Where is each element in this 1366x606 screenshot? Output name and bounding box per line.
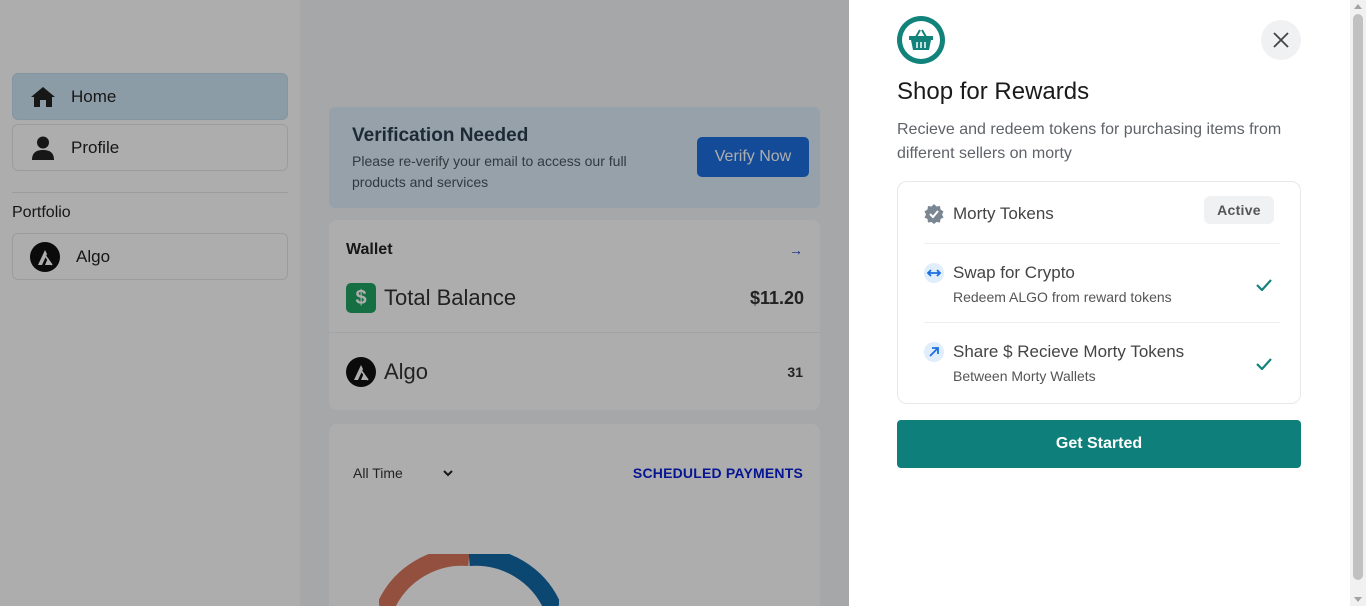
shopping-basket-icon <box>897 16 945 64</box>
check-icon <box>1254 354 1274 374</box>
feature-subtitle: Redeem ALGO from reward tokens <box>953 289 1172 305</box>
get-started-button[interactable]: Get Started <box>897 420 1301 468</box>
swap-arrows-icon <box>924 263 944 283</box>
modal-overlay[interactable] <box>0 0 849 606</box>
vertical-scrollbar[interactable] <box>1350 0 1366 606</box>
status-badge: Active <box>1204 196 1274 224</box>
check-icon <box>1254 275 1274 295</box>
feature-title: Swap for Crypto <box>953 263 1075 282</box>
feature-divider <box>924 243 1280 244</box>
scroll-up-arrow-icon[interactable] <box>1354 4 1362 9</box>
close-button[interactable] <box>1261 20 1301 60</box>
feature-divider <box>924 322 1280 323</box>
scrollbar-thumb[interactable] <box>1353 14 1363 580</box>
close-icon <box>1273 32 1289 48</box>
features-list: Morty Tokens Active Swap for Crypto Rede… <box>897 181 1301 404</box>
feature-subtitle: Between Morty Wallets <box>953 368 1096 384</box>
verified-badge-icon <box>924 204 944 224</box>
feature-title: Morty Tokens <box>953 204 1054 223</box>
share-arrow-icon <box>924 342 944 362</box>
drawer-description: Recieve and redeem tokens for purchasing… <box>897 121 1282 162</box>
feature-title: Share $ Recieve Morty Tokens <box>953 342 1185 361</box>
drawer-title: Shop for Rewards <box>897 78 1090 105</box>
rewards-drawer: Shop for Rewards Recieve and redeem toke… <box>849 0 1350 606</box>
scroll-down-arrow-icon[interactable] <box>1354 597 1362 602</box>
